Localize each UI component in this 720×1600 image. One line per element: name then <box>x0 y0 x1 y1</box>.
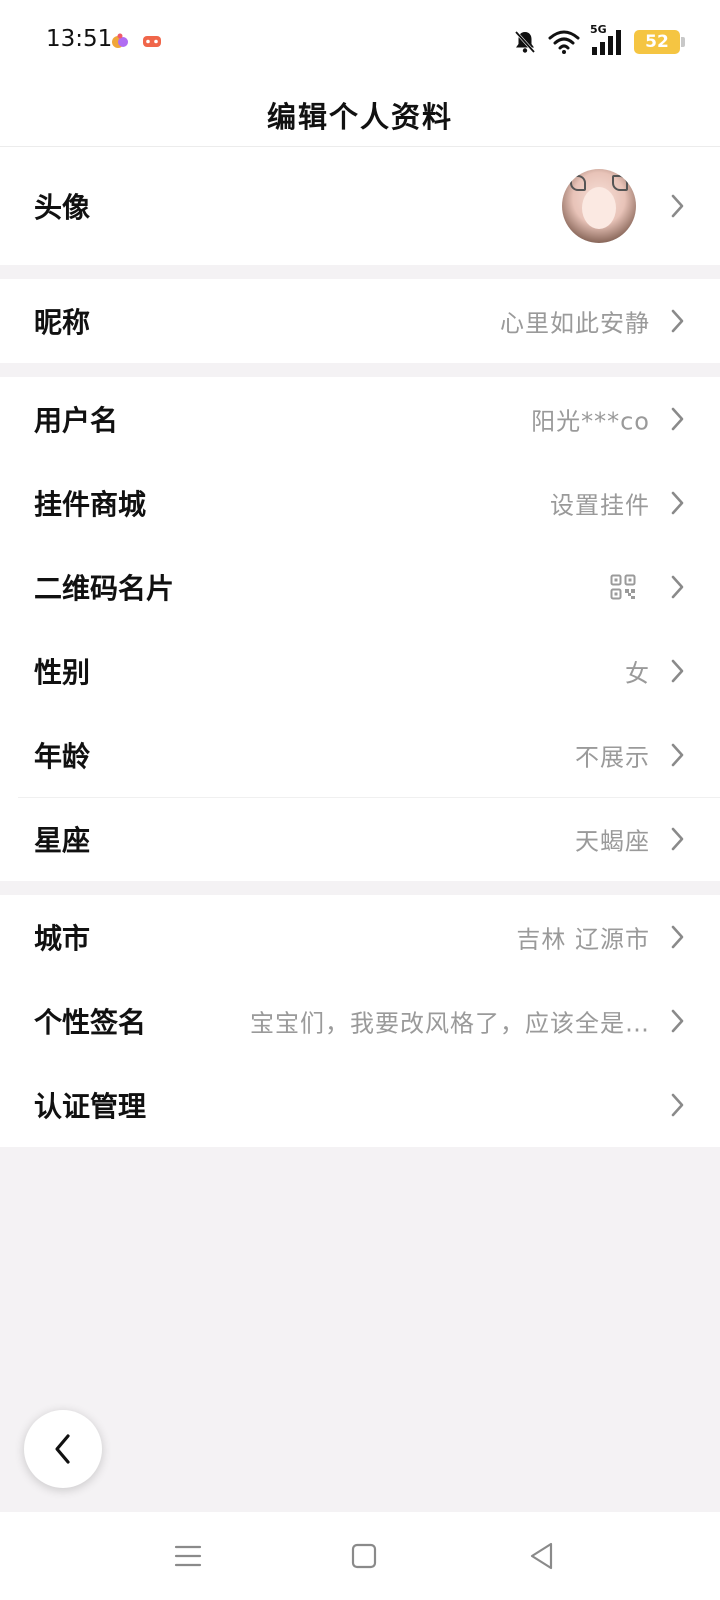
row-label: 性别 <box>34 656 91 689</box>
row-label: 二维码名片 <box>34 572 175 605</box>
chevron-right-icon <box>671 407 684 431</box>
row-city[interactable]: 城市 吉林 辽源市 <box>0 895 720 979</box>
row-label: 星座 <box>34 824 91 857</box>
details-group: 用户名 阳光***co 挂件商城 设置挂件 二维码名片 性别 女 年龄 不展示 … <box>0 377 720 881</box>
row-label: 认证管理 <box>34 1090 147 1123</box>
chevron-right-icon <box>671 743 684 767</box>
mute-bell-icon <box>514 30 536 54</box>
qr-code-icon <box>610 574 636 600</box>
chevron-right-icon <box>671 827 684 851</box>
chevron-right-icon <box>671 194 684 218</box>
row-value: 不展示 <box>575 743 650 772</box>
chevron-right-icon <box>671 1093 684 1117</box>
chevron-right-icon <box>671 491 684 515</box>
chevron-right-icon <box>671 1009 684 1033</box>
chevron-right-icon <box>671 659 684 683</box>
extra-group: 城市 吉林 辽源市 个性签名 宝宝们，我要改风格了，应该全是… 认证管理 <box>0 895 720 1147</box>
row-label: 挂件商城 <box>34 488 147 521</box>
row-label: 年龄 <box>34 740 91 773</box>
row-avatar[interactable]: 头像 <box>0 147 720 265</box>
system-nav-bar <box>0 1512 720 1600</box>
battery-level: 52 <box>645 32 669 52</box>
chevron-left-icon <box>55 1434 70 1464</box>
nickname-group: 昵称 心里如此安静 <box>0 279 720 363</box>
avatar-ear-left <box>570 175 586 191</box>
row-label: 用户名 <box>34 404 119 437</box>
row-value: 宝宝们，我要改风格了，应该全是… <box>250 1009 650 1038</box>
game-notification-icon <box>143 36 161 47</box>
row-zodiac[interactable]: 星座 天蝎座 <box>0 797 720 881</box>
page-title: 编辑个人资料 <box>266 100 453 134</box>
row-label: 昵称 <box>34 306 91 339</box>
row-value: 吉林 辽源市 <box>516 925 650 954</box>
cellular-signal: 5G <box>590 23 624 57</box>
avatar-face <box>582 187 616 229</box>
row-username[interactable]: 用户名 阳光***co <box>0 377 720 461</box>
avatar[interactable] <box>562 169 636 243</box>
row-value: 天蝎座 <box>575 827 650 856</box>
row-value: 阳光***co <box>531 407 650 436</box>
wifi-icon <box>548 30 580 54</box>
row-age[interactable]: 年龄 不展示 <box>0 713 720 797</box>
chevron-right-icon <box>671 309 684 333</box>
signal-icon <box>592 30 621 55</box>
chevron-right-icon <box>671 575 684 599</box>
back-button[interactable] <box>24 1410 102 1488</box>
row-signature[interactable]: 个性签名 宝宝们，我要改风格了，应该全是… <box>0 979 720 1063</box>
status-time: 13:51 <box>46 26 113 52</box>
row-value: 设置挂件 <box>550 491 650 520</box>
row-pendant[interactable]: 挂件商城 设置挂件 <box>0 461 720 545</box>
row-value: 心里如此安静 <box>500 309 650 338</box>
battery-indicator: 52 <box>634 30 685 54</box>
row-label: 城市 <box>34 922 91 955</box>
row-verify[interactable]: 认证管理 <box>0 1063 720 1147</box>
app-notification-icon <box>112 33 128 48</box>
title-bar: 编辑个人资料 <box>0 84 720 147</box>
avatar-group: 头像 <box>0 147 720 265</box>
row-qrcode[interactable]: 二维码名片 <box>0 545 720 629</box>
avatar-ear-right <box>612 175 628 191</box>
menu-icon[interactable] <box>170 1538 206 1574</box>
status-icons: 5G 52 <box>512 23 685 60</box>
row-gender[interactable]: 性别 女 <box>0 629 720 713</box>
home-icon[interactable] <box>346 1538 382 1574</box>
status-bar: 13:51 5G 52 <box>0 0 720 84</box>
row-label: 个性签名 <box>34 1006 147 1039</box>
row-nickname[interactable]: 昵称 心里如此安静 <box>0 279 720 363</box>
row-label: 头像 <box>34 191 91 224</box>
chevron-right-icon <box>671 925 684 949</box>
row-value: 女 <box>625 659 650 688</box>
back-triangle-icon[interactable] <box>524 1538 560 1574</box>
